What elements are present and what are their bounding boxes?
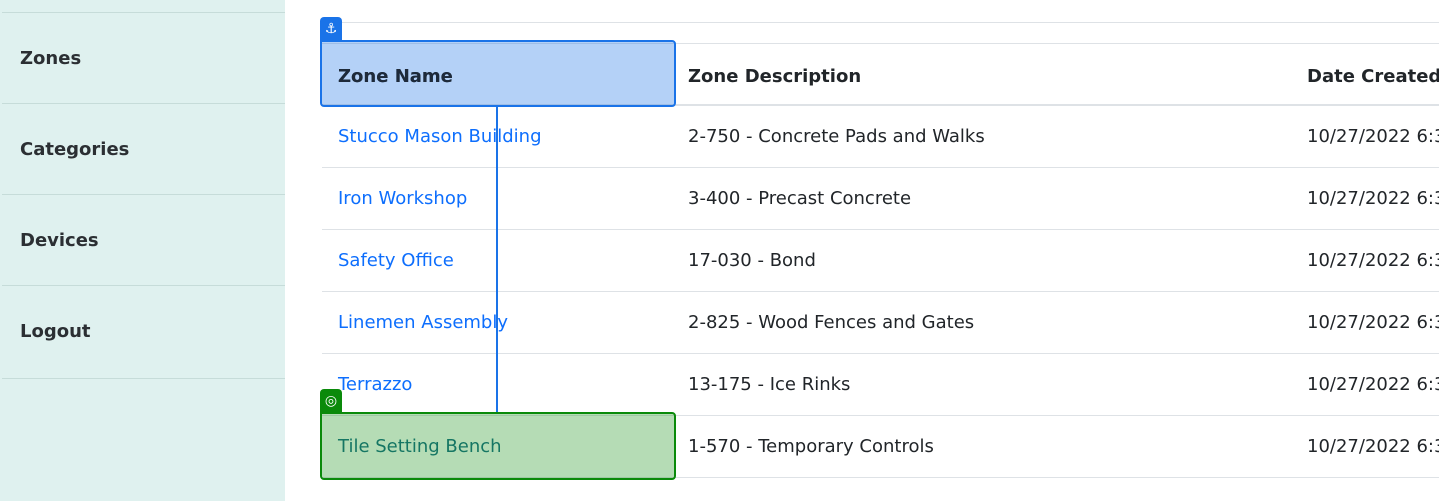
- divider: [322, 229, 1439, 230]
- zone-name-link[interactable]: Iron Workshop: [338, 167, 467, 229]
- header-date-created[interactable]: Date Created: [1307, 45, 1439, 107]
- zone-name-link[interactable]: Safety Office: [338, 229, 454, 291]
- sidebar: Zones Categories Devices Logout: [0, 0, 285, 501]
- highlighted-header: Zone Name: [338, 65, 453, 87]
- divider: [322, 353, 1439, 354]
- zone-description: 2-825 - Wood Fences and Gates: [688, 311, 975, 333]
- zone-description: 2-750 - Concrete Pads and Walks: [688, 125, 985, 147]
- connector-line: [496, 106, 498, 412]
- divider: [2, 378, 285, 379]
- zone-description: 1-570 - Temporary Controls: [688, 435, 934, 457]
- date-created: 10/27/2022 6:3: [1307, 125, 1439, 147]
- sidebar-item-label: Categories: [20, 138, 130, 160]
- zone-description: 13-175 - Ice Rinks: [688, 373, 851, 395]
- date-created: 10/27/2022 6:3: [1307, 435, 1439, 457]
- divider: [322, 22, 1439, 23]
- date-created: 10/27/2022 6:3: [1307, 249, 1439, 271]
- zone-name-link[interactable]: Terrazzo: [338, 353, 412, 415]
- sidebar-item-label: Zones: [20, 47, 82, 69]
- sidebar-item-devices[interactable]: Devices: [2, 194, 285, 285]
- target-icon: ◎: [320, 389, 342, 413]
- sidebar-item-logout[interactable]: Logout: [2, 285, 285, 376]
- header-zone-description[interactable]: Zone Description: [688, 45, 861, 107]
- zone-name-link[interactable]: Linemen Assembly: [338, 291, 508, 353]
- sidebar-item-categories[interactable]: Categories: [2, 103, 285, 194]
- zone-description: 3-400 - Precast Concrete: [688, 187, 912, 209]
- sidebar-item-label: Logout: [20, 320, 91, 342]
- sidebar-item-label: Devices: [20, 229, 99, 251]
- anchor-icon: ⚓: [320, 17, 342, 41]
- target-highlight: [320, 412, 676, 480]
- date-created: 10/27/2022 6:3: [1307, 373, 1439, 395]
- date-created: 10/27/2022 6:3: [1307, 187, 1439, 209]
- zone-name-link[interactable]: Stucco Mason Building: [338, 105, 542, 167]
- sidebar-item-zones[interactable]: Zones: [2, 12, 285, 103]
- date-created: 10/27/2022 6:3: [1307, 311, 1439, 333]
- zone-description: 17-030 - Bond: [688, 249, 816, 271]
